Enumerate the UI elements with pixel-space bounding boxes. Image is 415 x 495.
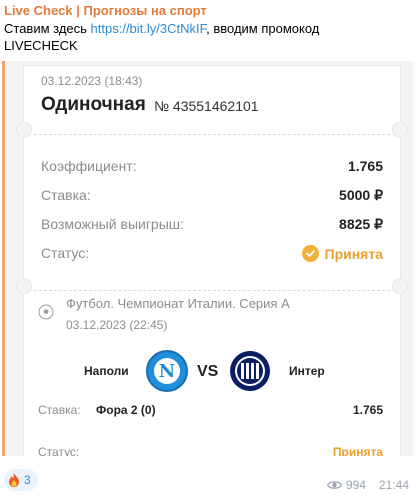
perforation-right (392, 122, 408, 138)
promo-code: LIVECHECK (4, 38, 78, 53)
perforation-right (392, 278, 408, 294)
soccer-ball-icon (38, 304, 54, 320)
perforation-left (16, 122, 32, 138)
post-caption: Ставим здесь https://bit.ly/3CtNkIF, вво… (4, 20, 409, 54)
home-team: Наполи (84, 364, 129, 378)
napoli-logo: N (146, 350, 188, 392)
away-team: Интер (289, 364, 325, 378)
caption-prefix: Ставим здесь (4, 21, 91, 36)
selection-status: Принята (332, 445, 383, 456)
svg-text:N: N (159, 361, 175, 382)
payout-value: 8825 ₽ (339, 216, 383, 232)
status-row: Статус: Принята (41, 245, 383, 265)
event-date: 03.12.2023 (22:45) (66, 318, 168, 332)
view-count: 994 (345, 478, 366, 492)
channel-post: Live Check | Прогнозы на спорт Ставим зд… (0, 0, 415, 495)
perforation-left (16, 278, 32, 294)
caption-suffix: , вводим промокод (206, 21, 320, 36)
payout-label: Возможный выигрыш: (41, 216, 184, 232)
post-meta: 994 21:44 (326, 478, 409, 492)
channel-name[interactable]: Live Check | Прогнозы на спорт (4, 3, 207, 18)
odds-label: Коэффициент: (41, 158, 137, 174)
check-icon (301, 245, 319, 262)
stake-row: Ставка: 5000 ₽ (41, 187, 383, 207)
selection-odds: 1.765 (352, 403, 383, 417)
status-text: Принята (324, 245, 384, 262)
promo-link[interactable]: https://bit.ly/3CtNkIF (91, 21, 207, 36)
vs-label: VS (197, 363, 219, 380)
inter-logo (230, 351, 270, 391)
status-label: Статус: (41, 245, 90, 261)
selection-label: Ставка: (38, 403, 81, 417)
status-value: Принята (301, 245, 384, 262)
post-time: 21:44 (378, 478, 409, 492)
bet-type: Одиночная (41, 94, 146, 115)
bet-date: 03.12.2023 (18:43) (41, 74, 143, 88)
payout-row: Возможный выигрыш: 8825 ₽ (41, 216, 383, 236)
stake-value: 5000 ₽ (339, 187, 383, 203)
divider (34, 290, 390, 291)
divider (34, 134, 390, 135)
stake-label: Ставка: (41, 187, 91, 203)
selection-status-label: Статус: (38, 445, 80, 456)
bet-number: № 43551462101 (154, 98, 259, 114)
eye-icon (326, 481, 342, 489)
fire-icon (9, 473, 19, 487)
selection-market: Фора 2 (0) (96, 403, 156, 417)
odds-row: Коэффициент: 1.765 (41, 158, 383, 178)
league-name: Футбол. Чемпионат Италии. Серия А (66, 296, 290, 311)
coupon-image[interactable]: 03.12.2023 (18:43) Одиночная № 435514621… (2, 61, 413, 456)
reaction-fire[interactable]: 3 (4, 469, 38, 491)
odds-value: 1.765 (347, 158, 383, 174)
bet-coupon: 03.12.2023 (18:43) Одиночная № 435514621… (16, 65, 408, 456)
reaction-count: 3 (24, 473, 31, 487)
